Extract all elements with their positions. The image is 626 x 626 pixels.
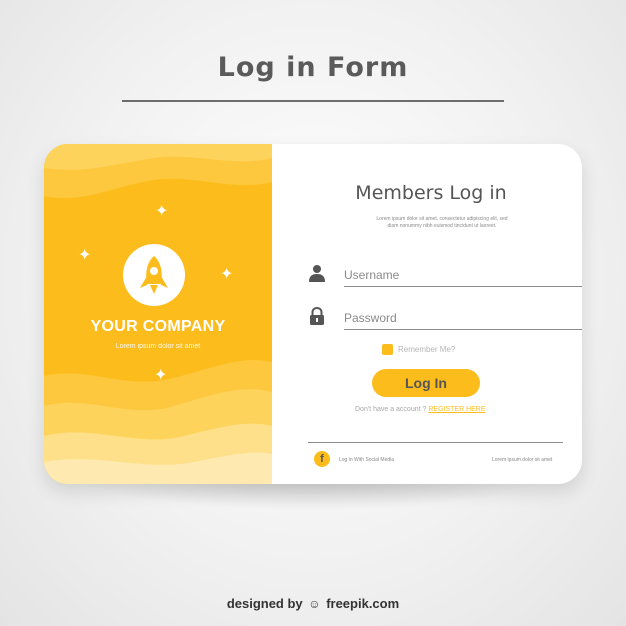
rocket-icon <box>140 256 168 294</box>
username-field[interactable] <box>344 266 556 284</box>
password-field[interactable] <box>344 309 556 327</box>
sparkle-icon: ✦ <box>78 247 92 264</box>
remember-label: Remember Me? <box>398 345 456 354</box>
sparkle-icon: ✦ <box>220 266 234 283</box>
form-heading: Members Log in <box>355 182 507 204</box>
form-description: Lorem ipsum dolor sit amet, consectetur … <box>367 216 517 230</box>
wave-background <box>44 144 272 484</box>
footer-divider <box>308 442 563 443</box>
credit-brand: freepik.com <box>326 596 400 611</box>
social-login-label[interactable]: Log in With Social Media <box>339 457 394 463</box>
lock-icon <box>310 307 324 325</box>
form-description-line: Lorem ipsum dolor sit amet, consectetur … <box>376 216 508 222</box>
username-row <box>308 264 582 290</box>
brand-panel: ✦ ✦ ✦ ✦ YOUR COMPANY Lorem ipsum dolor s… <box>44 144 272 484</box>
login-button[interactable]: Log In <box>372 369 480 397</box>
credit-line: designed by ☺ freepik.com <box>0 596 626 611</box>
sparkle-icon: ✦ <box>155 203 169 220</box>
title-divider <box>122 100 504 102</box>
password-row <box>308 307 582 333</box>
form-panel: Members Log in Lorem ipsum dolor sit ame… <box>272 144 582 484</box>
page-title: Log in Form <box>217 52 409 83</box>
footer-note: Lorem ipsum dolor sit amet <box>492 457 553 463</box>
remember-checkbox[interactable] <box>382 344 393 355</box>
register-prompt-text: Don't have a account ? <box>355 406 427 413</box>
login-card: ✦ ✦ ✦ ✦ YOUR COMPANY Lorem ipsum dolor s… <box>44 144 582 484</box>
username-underline <box>344 286 582 287</box>
register-prompt: Don't have a account ? REGISTER HERE <box>355 406 486 413</box>
company-tagline: Lorem ipsum dolor sit amet <box>115 343 201 350</box>
credit-prefix: designed by <box>226 596 303 611</box>
register-link[interactable]: REGISTER HERE <box>428 406 485 413</box>
company-logo <box>123 244 185 306</box>
password-underline <box>344 329 582 330</box>
user-icon <box>309 265 325 282</box>
sparkle-icon: ✦ <box>154 367 168 384</box>
freepik-logo-icon: ☺ <box>308 597 321 611</box>
facebook-icon[interactable]: f <box>314 451 330 467</box>
form-description-line: diam nonummy nibh euismod tincidunt ut l… <box>387 223 497 229</box>
company-name: YOUR COMPANY <box>90 318 226 335</box>
